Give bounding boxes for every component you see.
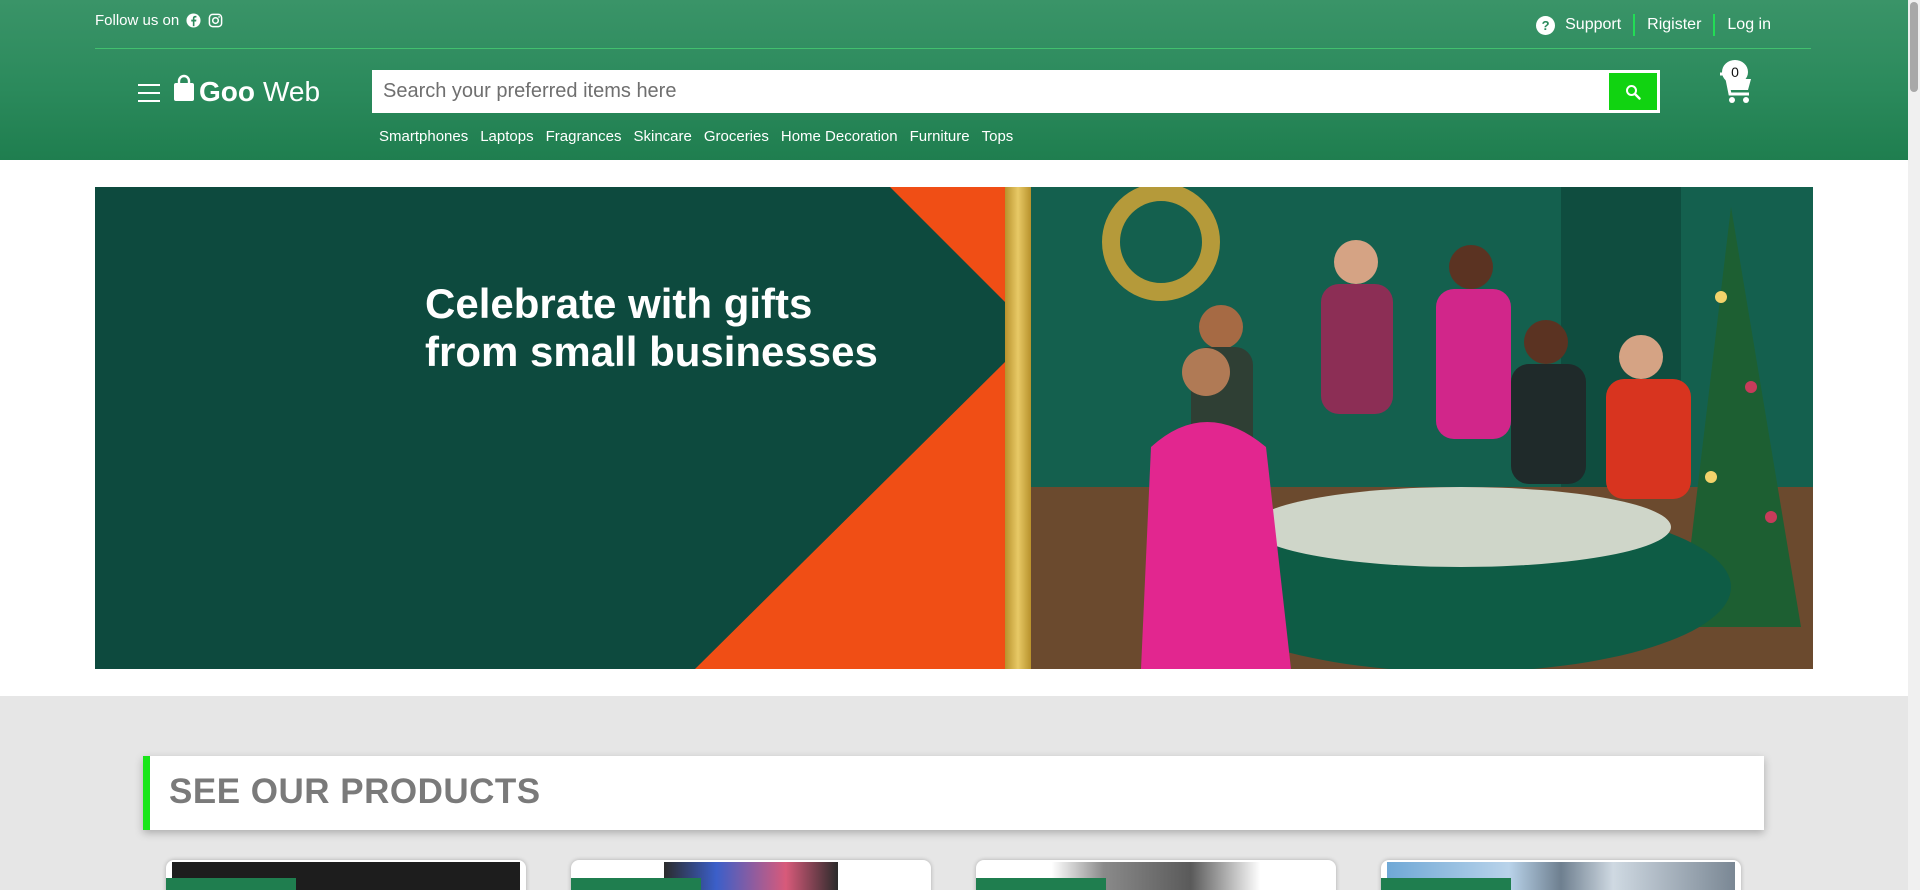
banner-gold-stripe	[1005, 187, 1031, 669]
banner-photo	[1031, 187, 1813, 669]
category-link[interactable]: Laptops	[480, 128, 533, 145]
category-link[interactable]: Groceries	[704, 128, 769, 145]
top-bar: Follow us on ? Support Rigister Log in	[95, 0, 1811, 49]
help-icon: ?	[1536, 15, 1556, 35]
support-label: Support	[1565, 16, 1622, 33]
search-icon	[1626, 84, 1641, 100]
banner-text-panel: Celebrate with gifts from small business…	[95, 187, 1005, 669]
shopping-bag-icon	[172, 74, 196, 109]
facebook-icon[interactable]	[185, 13, 201, 29]
category-link[interactable]: Tops	[982, 128, 1014, 145]
category-link[interactable]: Fragrances	[546, 128, 622, 145]
logo-bold-text: Goo	[199, 75, 255, 107]
hero-banner[interactable]: Celebrate with gifts from small business…	[95, 187, 1813, 669]
instagram-icon[interactable]	[207, 13, 223, 29]
product-tag	[976, 878, 1106, 890]
banner-orange-shapes	[695, 187, 1005, 669]
product-card[interactable]	[166, 860, 526, 890]
scrollbar-thumb[interactable]	[1910, 2, 1918, 92]
site-header: Follow us on ? Support Rigister Log in G…	[0, 0, 1908, 160]
register-label: Rigister	[1647, 16, 1702, 33]
product-tag	[166, 878, 296, 890]
product-card[interactable]	[976, 860, 1336, 890]
banner-title-line: from small businesses	[425, 328, 878, 375]
support-link[interactable]: ? Support	[1524, 14, 1633, 36]
category-link[interactable]: Smartphones	[379, 128, 468, 145]
category-link[interactable]: Furniture	[910, 128, 970, 145]
category-nav: Smartphones Laptops Fragrances Skincare …	[379, 128, 1025, 145]
product-card[interactable]	[571, 860, 931, 890]
hamburger-menu-icon[interactable]	[138, 84, 160, 102]
follow-us: Follow us on	[95, 12, 223, 29]
cart-button[interactable]: 0	[1718, 60, 1754, 106]
banner-title-line: Celebrate with gifts	[425, 280, 813, 327]
banner-title: Celebrate with gifts from small business…	[425, 280, 925, 376]
product-card[interactable]	[1381, 860, 1741, 890]
page-scrollbar[interactable]	[1908, 0, 1920, 890]
search-input[interactable]	[375, 73, 1609, 110]
login-label: Log in	[1727, 16, 1771, 33]
product-tag	[571, 878, 701, 890]
follow-label: Follow us on	[95, 12, 180, 29]
category-link[interactable]: Skincare	[633, 128, 691, 145]
section-heading-text: SEE OUR PRODUCTS	[169, 772, 541, 811]
login-link[interactable]: Log in	[1713, 14, 1783, 36]
search-bar	[372, 70, 1660, 113]
register-link[interactable]: Rigister	[1633, 14, 1713, 36]
top-links: ? Support Rigister Log in	[1524, 14, 1783, 36]
site-logo[interactable]: Goo Web	[172, 74, 320, 109]
category-link[interactable]: Home Decoration	[781, 128, 898, 145]
section-heading: SEE OUR PRODUCTS	[143, 756, 1764, 830]
cart-count-badge: 0	[1722, 60, 1748, 84]
search-button[interactable]	[1609, 73, 1657, 110]
logo-regular-text: Web	[263, 75, 321, 107]
product-tag	[1381, 878, 1511, 890]
